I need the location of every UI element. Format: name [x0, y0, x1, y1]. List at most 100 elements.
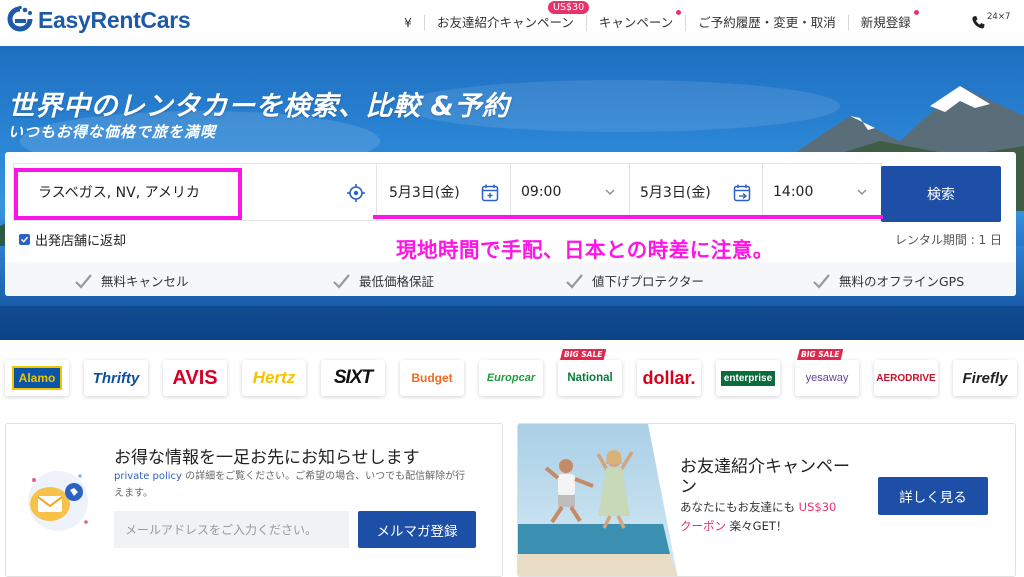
nav-currency[interactable]: ¥ — [392, 15, 424, 31]
brand-name: SIXT — [333, 367, 373, 388]
nav-booking-history[interactable]: ご予約履歴・変更・取消 — [685, 15, 848, 31]
feature-item: 最低価格保証 — [333, 271, 434, 290]
feature-label: 値下げプロテクター — [592, 274, 705, 289]
return-time-select[interactable]: 14:00 — [762, 163, 882, 221]
brand-sixt[interactable]: SIXT — [321, 360, 385, 396]
location-field[interactable]: ラスベガス, NV, アメリカ — [13, 163, 377, 221]
search-button[interactable]: 検索 — [881, 166, 1001, 222]
referral-badge: US$30 — [548, 1, 590, 14]
notification-dot — [913, 10, 919, 15]
brand-firefly[interactable]: Firefly — [953, 360, 1017, 396]
check-icon — [75, 273, 92, 289]
referral-photo — [518, 424, 678, 576]
site-logo[interactable]: EasyRentCars — [6, 5, 191, 35]
check-icon — [813, 273, 830, 289]
rental-period: レンタル期間 : 1 日 — [894, 233, 1002, 247]
brand-name: Thrifty — [92, 369, 140, 387]
referral-amount: US$30 — [798, 500, 837, 514]
top-nav: ¥ お友達紹介キャンペーン キャンペーン ご予約履歴・変更・取消 新規登録 — [392, 0, 923, 46]
nav-referral-campaign[interactable]: お友達紹介キャンペーン — [423, 15, 586, 31]
check-icon — [566, 273, 583, 289]
phone-support[interactable]: 24×7 — [971, 12, 1010, 30]
brand-name: dollar. — [642, 367, 696, 388]
check-icon — [333, 273, 350, 289]
brand-name: Budget — [411, 371, 453, 385]
brand-strip: Alamo Thrifty AVIS Hertz SIXT Budget Eur… — [0, 349, 1024, 398]
brand-name: Alamo — [11, 366, 63, 390]
referral-title: お友達紹介キャンペーン — [680, 457, 850, 497]
nav-campaign-label: キャンペーン — [598, 15, 674, 30]
feature-item: 無料キャンセル — [75, 271, 189, 290]
brand-avis[interactable]: AVIS — [163, 360, 227, 396]
return-date-value: 5月3日(金) — [640, 185, 711, 201]
brand-name: enterprise — [720, 370, 776, 386]
newsletter-description: private policy の詳細をご覧ください。ご希望の場合、いつでも配信解… — [114, 468, 474, 502]
brand-thrifty[interactable]: Thrifty — [84, 360, 148, 396]
nav-register[interactable]: 新規登録 — [847, 10, 923, 31]
chevron-down-icon — [857, 189, 867, 195]
feature-item: 無料のオフラインGPS — [813, 271, 964, 290]
feature-label: 最低価格保証 — [359, 274, 435, 289]
notification-dot — [676, 10, 682, 15]
brand-hertz[interactable]: Hertz — [242, 360, 306, 396]
referral-text: あなたにもお友達にも US$30 クーポン 楽々GET！ — [680, 498, 865, 536]
hero-title: 世界中のレンタカーを検索、比較 &予約 — [8, 91, 510, 122]
big-sale-badge: BIG SALE — [560, 349, 607, 360]
pickup-date-field[interactable]: 5月3日(金) — [376, 163, 511, 221]
phone-icon — [972, 15, 985, 29]
chevron-down-icon — [605, 189, 615, 195]
pickup-time-select[interactable]: 09:00 — [510, 163, 630, 221]
logo-icon — [7, 5, 33, 32]
brand-name: AVIS — [172, 366, 218, 389]
brand-dollar[interactable]: dollar. — [637, 360, 701, 396]
brand-yesaway[interactable]: BIG SALE yesaway — [795, 349, 859, 396]
brand-national[interactable]: BIG SALE National — [558, 349, 622, 396]
nav-campaign[interactable]: キャンペーン — [585, 10, 685, 31]
nav-register-label: 新規登録 — [860, 15, 911, 30]
calendar-add-icon — [481, 184, 499, 202]
search-panel: ラスベガス, NV, アメリカ 5月3日(金) 09:00 5月3日(金) 14… — [5, 152, 1016, 296]
location-value: ラスベガス, NV, アメリカ — [38, 185, 200, 201]
calendar-return-icon — [733, 184, 751, 202]
same-return-checkbox[interactable]: 出発店舗に返却 — [19, 230, 126, 249]
checkbox-checked-icon — [19, 234, 30, 245]
brand-name: Hertz — [252, 368, 296, 387]
brand-europcar[interactable]: Europcar — [479, 360, 543, 396]
brand-aerodrive[interactable]: AERODRIVE — [874, 360, 938, 396]
referral-text-b: 楽々GET！ — [726, 519, 788, 533]
feature-strip: 無料キャンセル 最低価格保証 値下げプロテクター 無料のオフラインGPS — [5, 262, 1016, 296]
brand-name: Firefly — [962, 369, 1008, 387]
brand-budget[interactable]: Budget — [400, 360, 464, 396]
hero-subtitle: いつもお得な価格で旅を満喫 — [8, 123, 217, 141]
big-sale-badge: BIG SALE — [797, 349, 844, 360]
privacy-policy-link[interactable]: private policy — [114, 471, 182, 482]
brand-name: Europcar — [486, 372, 536, 384]
pickup-date-value: 5月3日(金) — [389, 185, 460, 201]
logo-text: EasyRentCars — [38, 6, 191, 33]
return-date-field[interactable]: 5月3日(金) — [629, 163, 763, 221]
brand-name: National — [567, 372, 613, 384]
newsletter-title: お得な情報を一足お先にお知らせします — [114, 448, 420, 468]
feature-label: 無料キャンセル — [101, 274, 189, 289]
pickup-time-value: 09:00 — [521, 184, 562, 200]
referral-coupon: クーポン — [680, 519, 726, 533]
locate-icon[interactable] — [346, 183, 366, 203]
brand-name: AERODRIVE — [876, 372, 936, 384]
newsletter-mail-icon — [28, 471, 88, 531]
brand-alamo[interactable]: Alamo — [5, 360, 69, 396]
referral-text-a: あなたにもお友達にも — [680, 500, 799, 514]
feature-label: 無料のオフラインGPS — [839, 274, 965, 289]
newsletter-subscribe-button[interactable]: メルマガ登録 — [358, 511, 476, 548]
brand-enterprise[interactable]: enterprise — [716, 360, 780, 396]
feature-item: 値下げプロテクター — [566, 271, 704, 290]
email-input[interactable]: メールアドレスをご入力ください。 — [114, 511, 349, 548]
top-header: EasyRentCars ¥ お友達紹介キャンペーン キャンペーン ご予約履歴・… — [0, 0, 1024, 46]
same-return-label: 出発店舗に返却 — [35, 234, 127, 249]
datetime-highlight-underline — [373, 215, 883, 219]
referral-details-button[interactable]: 詳しく見る — [878, 477, 988, 515]
nav-referral-label: お友達紹介キャンペーン — [436, 15, 574, 30]
brand-name: yesaway — [805, 372, 849, 384]
return-time-value: 14:00 — [773, 184, 814, 200]
phone-label: 24×7 — [987, 12, 1011, 22]
referral-card: お友達紹介キャンペーン あなたにもお友達にも US$30 クーポン 楽々GET！ … — [517, 423, 1016, 577]
